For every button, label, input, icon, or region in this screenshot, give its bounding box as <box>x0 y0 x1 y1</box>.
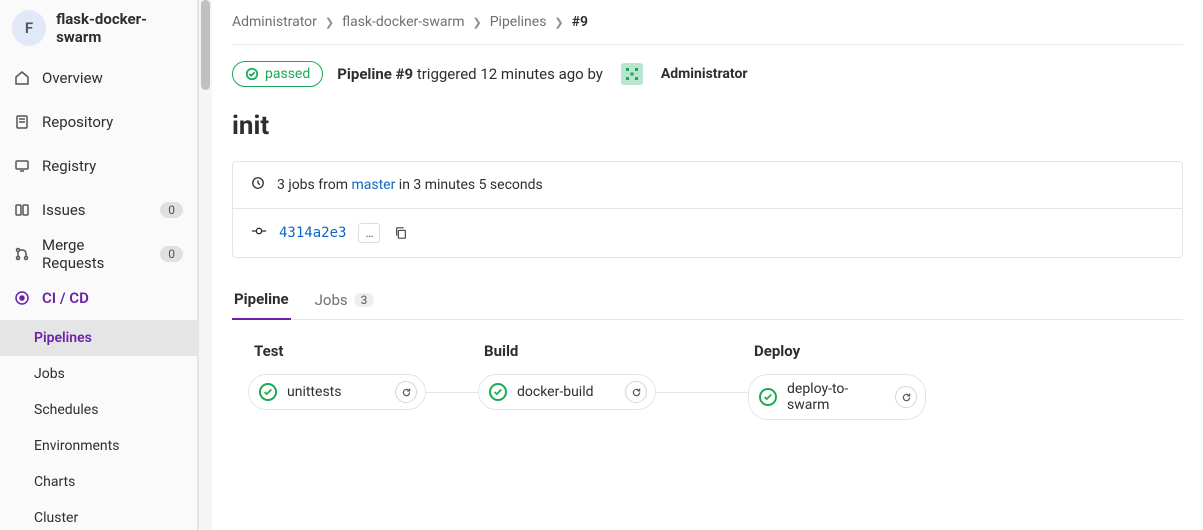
sidebar-sub-charts[interactable]: Charts <box>0 464 197 500</box>
sidebar: F flask-docker-swarm Overview Repository… <box>0 0 198 530</box>
clock-icon <box>251 176 265 194</box>
sidebar-item-label: Merge Requests <box>42 236 148 272</box>
breadcrumb-admin[interactable]: Administrator <box>232 14 317 30</box>
sidebar-sub-pipelines[interactable]: Pipelines <box>0 320 197 356</box>
job-deploy-to-swarm[interactable]: deploy-to-swarm <box>748 374 926 420</box>
issues-icon <box>14 202 30 218</box>
sidebar-item-issues[interactable]: Issues 0 <box>0 188 197 232</box>
jobs-summary-text: 3 jobs from master in 3 minutes 5 second… <box>277 177 543 193</box>
pipeline-trigger-text: Pipeline #9 triggered 12 minutes ago by <box>337 65 603 83</box>
sidebar-sub-jobs[interactable]: Jobs <box>0 356 197 392</box>
sidebar-item-repository[interactable]: Repository <box>0 100 197 144</box>
status-passed-icon <box>759 388 777 406</box>
retry-button[interactable] <box>625 381 647 403</box>
commit-row: 4314a2e3 … <box>233 208 1182 257</box>
commit-icon <box>251 224 267 242</box>
identicon-icon <box>624 66 640 82</box>
triggered-by-user[interactable]: Administrator <box>661 66 748 82</box>
pipeline-graph: Test unittests Build docker-build <box>232 320 1183 442</box>
sidebar-sub-schedules[interactable]: Schedules <box>0 392 197 428</box>
status-text: passed <box>265 66 310 82</box>
breadcrumb: Administrator ❯ flask-docker-swarm ❯ Pip… <box>232 0 1183 45</box>
monitor-icon <box>14 158 30 174</box>
project-avatar: F <box>12 10 46 46</box>
stage-name: Deploy <box>748 342 926 360</box>
issues-badge: 0 <box>160 202 183 218</box>
job-name: unittests <box>287 384 385 400</box>
cicd-icon <box>14 290 30 306</box>
status-passed-icon <box>259 383 277 401</box>
stage-connector <box>426 392 478 393</box>
scrollbar-track[interactable] <box>198 0 212 530</box>
scrollbar-thumb[interactable] <box>201 0 210 90</box>
job-docker-build[interactable]: docker-build <box>478 374 656 410</box>
pipeline-id: Pipeline #9 <box>337 65 413 83</box>
pipeline-info-box: 3 jobs from master in 3 minutes 5 second… <box>232 161 1183 258</box>
stage-name: Test <box>248 342 478 360</box>
sidebar-item-label: Overview <box>42 69 103 87</box>
tab-jobs[interactable]: Jobs3 <box>313 280 377 319</box>
retry-icon <box>631 387 642 398</box>
sidebar-item-merge-requests[interactable]: Merge Requests 0 <box>0 232 197 276</box>
status-passed-icon <box>489 383 507 401</box>
sidebar-item-overview[interactable]: Overview <box>0 56 197 100</box>
project-name: flask-docker-swarm <box>56 10 185 46</box>
sidebar-sub-environments[interactable]: Environments <box>0 428 197 464</box>
retry-icon <box>401 387 412 398</box>
stage-test: Test unittests <box>248 342 478 410</box>
breadcrumb-pipelines[interactable]: Pipelines <box>490 14 547 30</box>
chevron-right-icon: ❯ <box>472 16 481 29</box>
sidebar-item-registry[interactable]: Registry <box>0 144 197 188</box>
project-header[interactable]: F flask-docker-swarm <box>0 0 197 56</box>
status-badge[interactable]: passed <box>232 61 323 87</box>
retry-icon <box>901 392 912 403</box>
mr-badge: 0 <box>160 246 183 262</box>
copy-icon <box>394 226 408 240</box>
stage-build: Build docker-build <box>478 342 748 410</box>
retry-button[interactable] <box>895 386 917 408</box>
stage-name: Build <box>478 342 748 360</box>
stage-connector <box>656 392 748 393</box>
breadcrumb-current: #9 <box>572 14 588 30</box>
pipeline-status-row: passed Pipeline #9 triggered 12 minutes … <box>232 45 1183 103</box>
job-unittests[interactable]: unittests <box>248 374 426 410</box>
jobs-count: 3 <box>354 293 375 307</box>
merge-icon <box>14 246 30 262</box>
check-circle-icon <box>245 67 259 81</box>
retry-button[interactable] <box>395 381 417 403</box>
commit-sha-link[interactable]: 4314a2e3 <box>279 225 346 241</box>
sidebar-sub-cluster[interactable]: Cluster <box>0 500 197 530</box>
main-content: Administrator ❯ flask-docker-swarm ❯ Pip… <box>212 0 1203 530</box>
breadcrumb-project[interactable]: flask-docker-swarm <box>342 14 464 30</box>
sidebar-item-label: Registry <box>42 157 96 175</box>
sidebar-item-cicd[interactable]: CI / CD <box>0 276 197 320</box>
page-title: init <box>232 103 1183 161</box>
copy-sha-button[interactable] <box>392 224 410 242</box>
file-icon <box>14 114 30 130</box>
job-name: deploy-to-swarm <box>787 381 885 413</box>
chevron-right-icon: ❯ <box>325 16 334 29</box>
tabs: Pipeline Jobs3 <box>232 280 1183 320</box>
branch-link[interactable]: master <box>351 177 395 193</box>
chevron-right-icon: ❯ <box>554 16 563 29</box>
stage-deploy: Deploy deploy-to-swarm <box>748 342 926 420</box>
user-avatar[interactable] <box>621 63 643 85</box>
job-name: docker-build <box>517 384 615 400</box>
tab-pipeline[interactable]: Pipeline <box>232 280 291 320</box>
sidebar-item-label: Repository <box>42 113 113 131</box>
sidebar-item-label: CI / CD <box>42 289 89 307</box>
jobs-summary-row: 3 jobs from master in 3 minutes 5 second… <box>233 162 1182 208</box>
commit-more-button[interactable]: … <box>358 223 380 243</box>
sidebar-item-label: Issues <box>42 201 86 219</box>
home-icon <box>14 70 30 86</box>
